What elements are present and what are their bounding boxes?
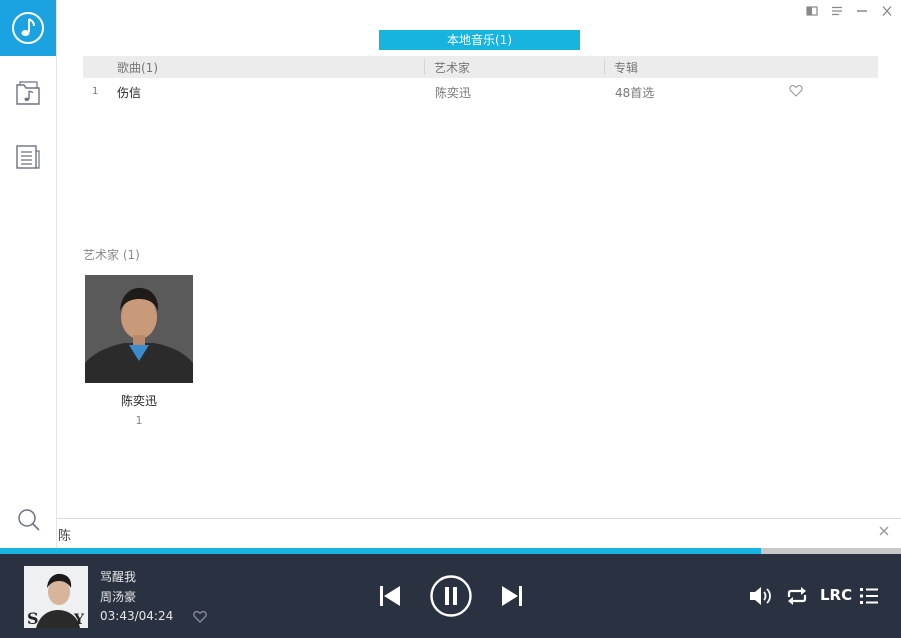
music-player-app: 本地音乐(1) 歌曲(1) 艺术家 专辑 1 伤信 陈奕迅 48首选 艺术家 (…: [0, 0, 901, 638]
column-divider: [604, 59, 605, 75]
playback-time: 03:43/04:24: [100, 609, 174, 623]
menu-icon: [831, 6, 842, 16]
previous-button[interactable]: [376, 582, 404, 610]
minimize-button[interactable]: [853, 4, 870, 18]
artist-photo[interactable]: [85, 275, 193, 383]
song-title: 伤信: [117, 86, 142, 100]
search-icon: [18, 509, 40, 531]
column-header-artist[interactable]: 艺术家: [434, 59, 470, 76]
now-playing-artist[interactable]: 周汤豪: [100, 588, 136, 605]
search-button[interactable]: [16, 507, 42, 533]
menu-button[interactable]: [828, 4, 845, 18]
pause-button[interactable]: [429, 574, 473, 618]
next-icon: [502, 586, 522, 606]
app-logo[interactable]: [0, 0, 56, 56]
search-input[interactable]: [58, 524, 848, 544]
song-artist[interactable]: 陈奕迅: [435, 84, 471, 101]
minimize-icon: [856, 10, 867, 12]
column-header-album[interactable]: 专辑: [614, 59, 638, 76]
mini-mode-button[interactable]: [803, 4, 820, 18]
now-playing-title: 骂醒我: [100, 570, 137, 584]
close-icon: [879, 526, 889, 536]
clear-search-button[interactable]: [879, 525, 889, 540]
player-bar: S Y 骂醒我 周汤豪 03:43/04:24 LRC: [0, 554, 901, 638]
volume-button[interactable]: [748, 583, 774, 609]
svg-text:Y: Y: [73, 612, 85, 628]
next-button[interactable]: [498, 582, 526, 610]
column-header-song[interactable]: 歌曲(1): [117, 59, 158, 76]
album-cover[interactable]: S Y: [24, 566, 88, 628]
repeat-icon: [787, 587, 807, 605]
playlist-button[interactable]: [856, 583, 882, 609]
song-table-header: 歌曲(1) 艺术家 专辑: [83, 56, 878, 78]
close-icon: [882, 6, 891, 16]
sidebar-item-local-music[interactable]: [13, 78, 43, 108]
volume-icon: [750, 587, 771, 605]
search-bar: [57, 518, 901, 548]
playlist-icon: [860, 588, 878, 604]
heart-icon: [789, 84, 803, 97]
like-current-button[interactable]: [193, 608, 209, 623]
sidebar: [0, 0, 57, 548]
repeat-mode-button[interactable]: [784, 583, 810, 609]
svg-text:S: S: [27, 609, 39, 628]
artist-song-count: 1: [135, 414, 143, 427]
list-document-icon: [16, 145, 40, 169]
column-divider: [424, 59, 425, 75]
row-index: 1: [92, 86, 99, 97]
lyrics-button[interactable]: LRC: [820, 586, 852, 604]
previous-icon: [380, 586, 400, 606]
sidebar-item-playlist[interactable]: [13, 142, 43, 172]
folder-music-icon: [16, 81, 40, 105]
artist-name[interactable]: 陈奕迅: [85, 392, 193, 409]
like-button[interactable]: [789, 84, 803, 100]
song-album[interactable]: 48首选: [615, 84, 654, 101]
mini-mode-icon: [805, 6, 818, 16]
artist-portrait: [85, 275, 193, 383]
artists-section-label: 艺术家 (1): [83, 248, 140, 262]
tab-local-music[interactable]: 本地音乐(1): [379, 30, 580, 50]
heart-icon: [193, 610, 207, 623]
album-cover-art: S Y: [24, 566, 88, 628]
close-button[interactable]: [878, 4, 895, 18]
artist-card[interactable]: 陈奕迅 1: [85, 275, 193, 427]
pause-icon: [430, 575, 472, 617]
window-controls: [803, 4, 895, 18]
table-row[interactable]: 1 伤信 陈奕迅 48首选: [83, 80, 878, 104]
music-note-icon: [12, 12, 44, 44]
